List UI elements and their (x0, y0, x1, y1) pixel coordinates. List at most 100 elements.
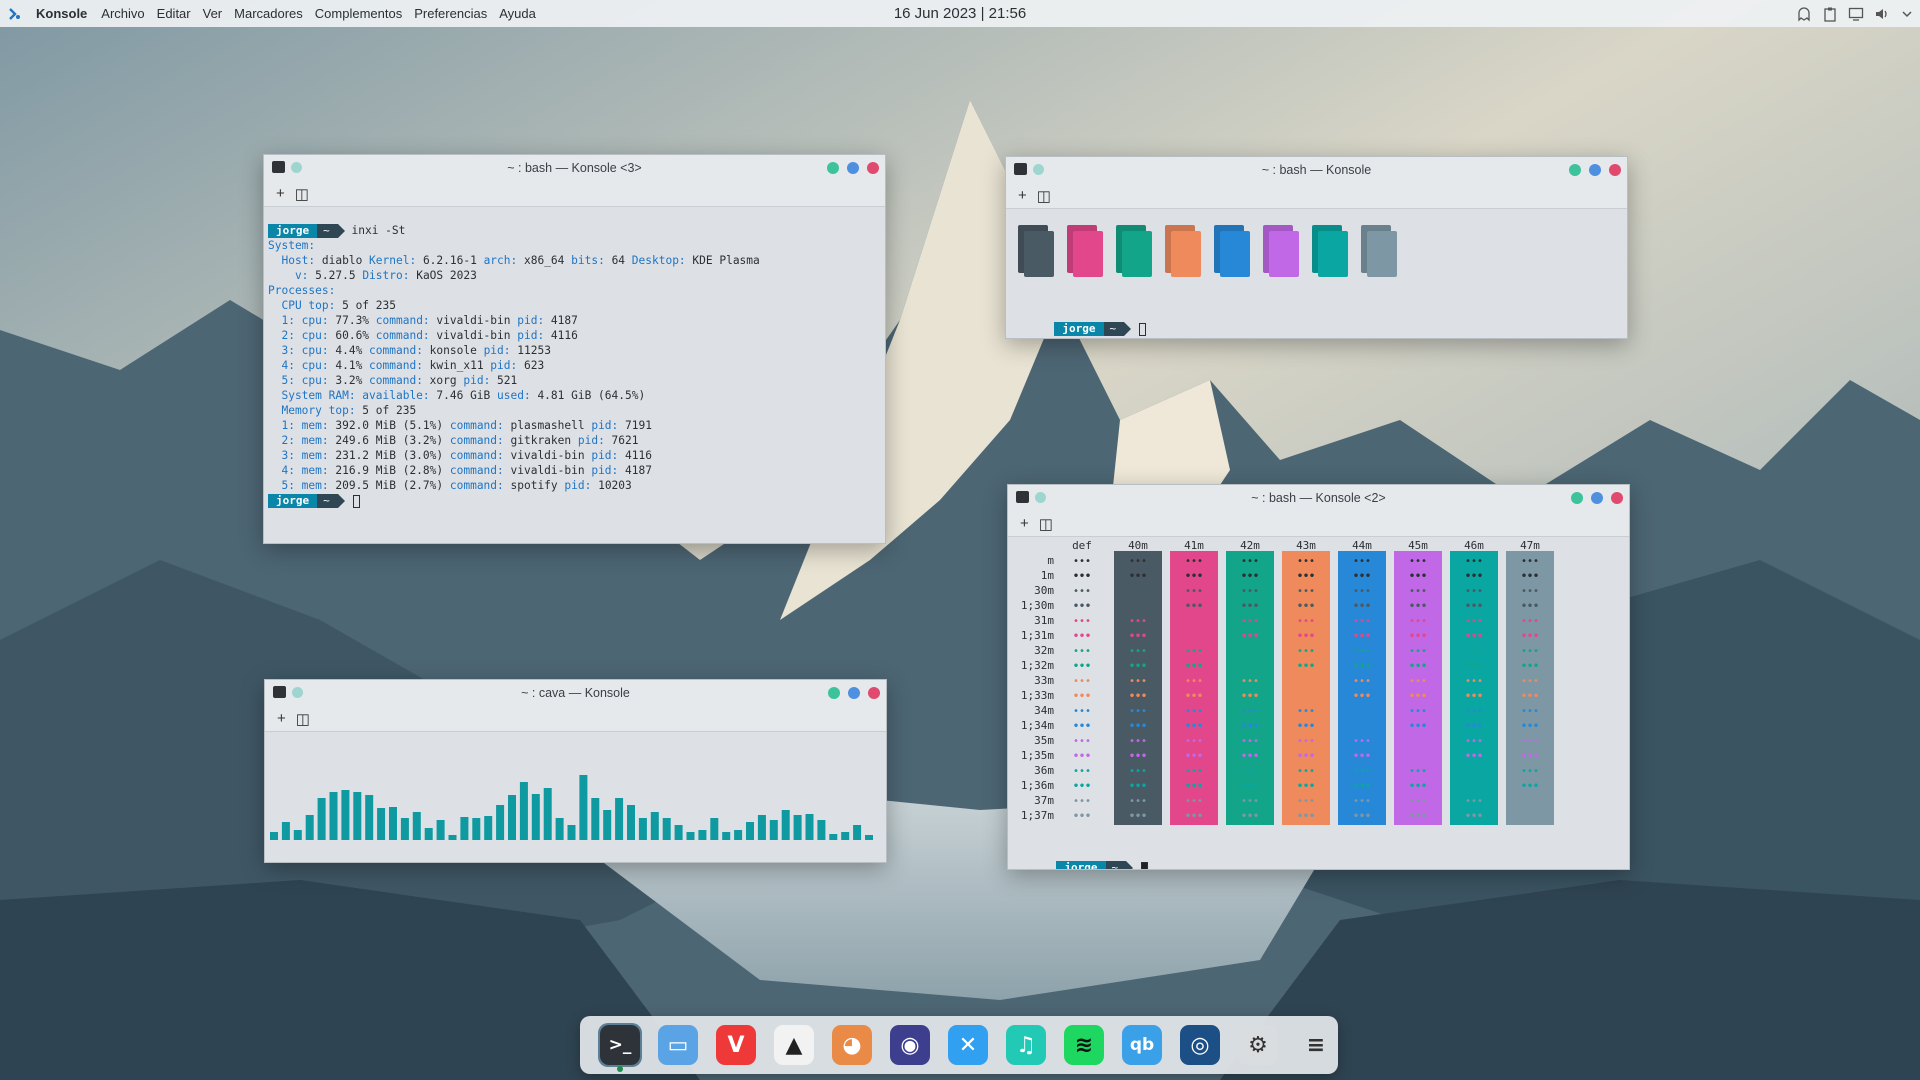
dock-item-gitkraken[interactable]: ◉ (888, 1023, 932, 1067)
cava-bar (400, 818, 409, 840)
split-view-icon[interactable]: ◫ (1037, 187, 1051, 205)
dock-item-qbittorrent[interactable]: qb (1120, 1023, 1164, 1067)
close-button[interactable] (867, 162, 879, 174)
menu-editar[interactable]: Editar (151, 0, 197, 27)
output-key: command: (369, 344, 423, 357)
output-key: 5: cpu: (268, 374, 329, 387)
clock[interactable]: 16 Jun 2023 | 21:56 (880, 0, 1040, 27)
display-icon[interactable] (1848, 6, 1864, 22)
title-bar[interactable]: ~ : bash — Konsole <2> (1008, 485, 1629, 511)
column-header: def (1072, 539, 1092, 552)
top-panel: Konsole Archivo Editar Ver Marcadores Co… (0, 0, 1920, 27)
split-view-icon[interactable]: ◫ (295, 185, 309, 203)
color-cell: ••• (1241, 721, 1259, 732)
gimp-icon: ◕ (832, 1025, 872, 1065)
maximize-button[interactable] (848, 687, 860, 699)
menu-complementos[interactable]: Complementos (309, 0, 408, 27)
color-swatch (1067, 225, 1103, 277)
output-value: 60.6% (328, 329, 376, 342)
new-tab-icon[interactable]: + (1018, 187, 1027, 204)
color-cell: ••• (1353, 616, 1371, 627)
app-menu-title[interactable]: Konsole (30, 0, 95, 27)
prompt-user: jorge (1054, 322, 1104, 336)
pin-icon[interactable] (1035, 492, 1046, 503)
close-button[interactable] (1609, 164, 1621, 176)
terminal-output[interactable]: def 40m 41m 42m 43m 44m 45m 46m 47m m ••• ••• ••• •••… (1008, 537, 1629, 869)
new-tab-icon[interactable]: + (1020, 515, 1029, 532)
maximize-button[interactable] (1589, 164, 1601, 176)
color-cell: ••• (1465, 766, 1483, 777)
terminal-output[interactable]: jorge ~ inxi -St System: Host: diablo Kern… (264, 207, 885, 539)
kde-logo-icon[interactable] (0, 0, 30, 27)
konsole-window-cava[interactable]: ~ : cava — Konsole + ◫ (264, 679, 887, 863)
color-cell: ••• (1521, 661, 1539, 672)
output-value: 4116 (544, 329, 578, 342)
close-button[interactable] (1611, 492, 1623, 504)
maximize-button[interactable] (847, 162, 859, 174)
dock-item-music[interactable]: ♫ (1004, 1023, 1048, 1067)
color-cell: ••• (1129, 691, 1147, 702)
menu-marcadores[interactable]: Marcadores (228, 0, 309, 27)
cava-bar (805, 814, 814, 840)
volume-icon[interactable] (1874, 6, 1890, 22)
dock-item-kdeconnect[interactable]: ✕ (946, 1023, 990, 1067)
konsole-window-colors[interactable]: ~ : bash — Konsole <2> + ◫ def 40m 41m 42m 4… (1007, 484, 1630, 870)
output-key: command: (449, 419, 504, 432)
clipboard-icon[interactable] (1822, 6, 1838, 22)
cava-bar (436, 820, 445, 840)
konsole-window-inxi[interactable]: ~ : bash — Konsole <3> + ◫ jorge ~ inxi -… (263, 154, 886, 544)
dock-item-inkscape[interactable]: ▲ (772, 1023, 816, 1067)
pin-icon[interactable] (291, 162, 302, 173)
menu-ayuda[interactable]: Ayuda (493, 0, 542, 27)
dock-item-settings[interactable]: ⚙ (1236, 1023, 1280, 1067)
color-cell: ••• (1409, 781, 1427, 792)
new-tab-icon[interactable]: + (276, 185, 285, 202)
cava-bar (389, 807, 397, 840)
output-line: Processes: (268, 283, 881, 298)
menu-archivo[interactable]: Archivo (95, 0, 150, 27)
ghost-icon[interactable] (1796, 6, 1812, 22)
minimize-button[interactable] (1571, 492, 1583, 504)
column-header: 40m (1128, 539, 1148, 552)
konsole-window-palette[interactable]: ~ : bash — Konsole + ◫ jorge ~ (1005, 156, 1628, 339)
title-bar[interactable]: ~ : cava — Konsole (265, 680, 886, 706)
menu-ver[interactable]: Ver (197, 0, 229, 27)
dock-item-konsole[interactable]: >_ (598, 1023, 642, 1072)
color-cell: ••• (1129, 766, 1147, 777)
prompt: jorge ~ (1054, 322, 1132, 336)
pin-icon[interactable] (1033, 164, 1044, 175)
color-cell: ••• (1465, 661, 1483, 672)
split-view-icon[interactable]: ◫ (1039, 515, 1053, 533)
output-key: command: (369, 374, 423, 387)
color-cell: ••• (1297, 706, 1315, 717)
music-icon: ♫ (1006, 1025, 1046, 1065)
chevron-down-icon[interactable] (1900, 7, 1914, 21)
dock-item-vivaldi[interactable]: V (714, 1023, 758, 1067)
new-tab-icon[interactable]: + (277, 710, 286, 727)
terminal-output[interactable]: jorge ~ (1006, 209, 1627, 338)
dock-item-menu[interactable]: ≡ (1294, 1023, 1338, 1067)
cava-bar (484, 816, 493, 840)
menu-preferencias[interactable]: Preferencias (408, 0, 493, 27)
maximize-button[interactable] (1591, 492, 1603, 504)
split-view-icon[interactable]: ◫ (296, 710, 310, 728)
output-line: 3: cpu: 4.4% command: konsole pid: 11253 (268, 343, 881, 358)
dock-item-files[interactable]: ▭ (656, 1023, 700, 1067)
dock-item-steam[interactable]: ◎ (1178, 1023, 1222, 1067)
minimize-button[interactable] (828, 687, 840, 699)
color-cell: ••• (1465, 616, 1483, 627)
pin-icon[interactable] (292, 687, 303, 698)
color-cell: ••• (1185, 586, 1203, 597)
cava-bar (377, 808, 386, 840)
dock-item-spotify[interactable]: ≋ (1062, 1023, 1106, 1067)
color-cell: ••• (1409, 646, 1427, 657)
dock-item-gimp[interactable]: ◕ (830, 1023, 874, 1067)
output-line: v: 5.27.5 Distro: KaOS 2023 (268, 268, 881, 283)
output-value: 249.6 MiB (3.2%) (328, 434, 450, 447)
color-cell: ••• (1521, 571, 1539, 582)
minimize-button[interactable] (1569, 164, 1581, 176)
close-button[interactable] (868, 687, 880, 699)
title-bar[interactable]: ~ : bash — Konsole (1006, 157, 1627, 183)
minimize-button[interactable] (827, 162, 839, 174)
title-bar[interactable]: ~ : bash — Konsole <3> (264, 155, 885, 181)
